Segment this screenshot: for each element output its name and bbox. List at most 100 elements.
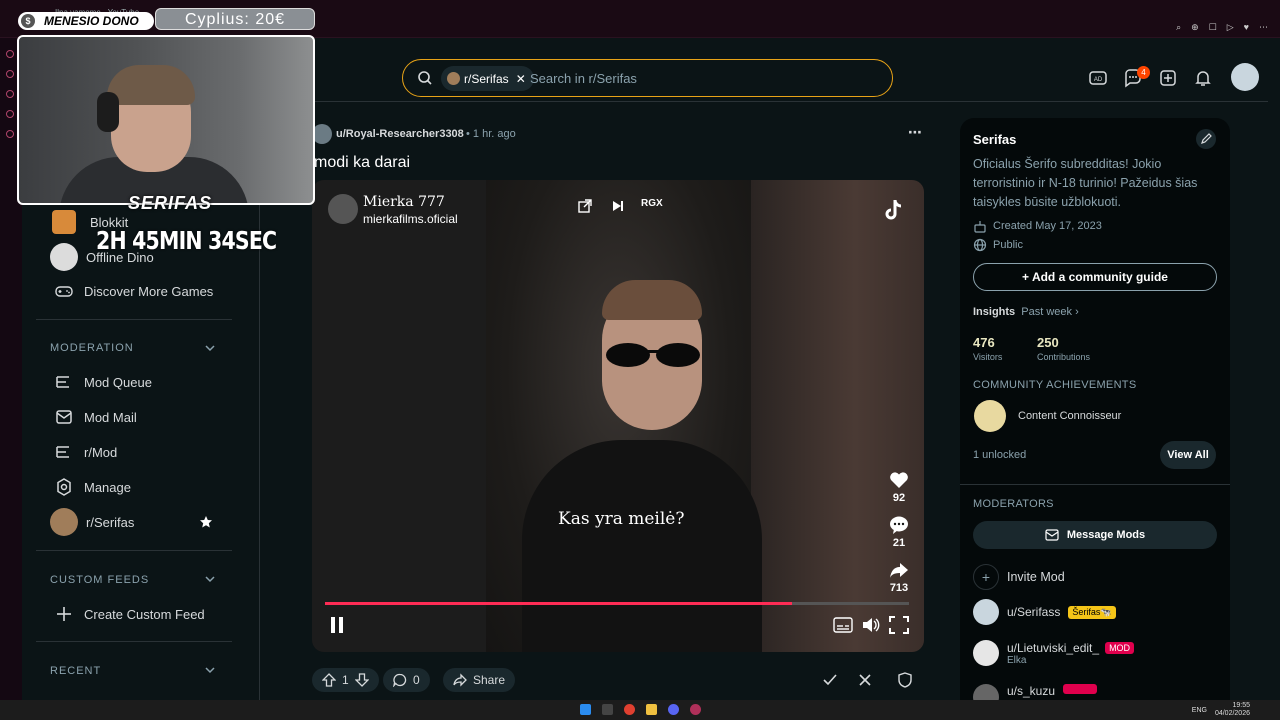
dino-icon <box>50 243 78 271</box>
play-icon[interactable]: ▷ <box>1227 22 1234 33</box>
achievement-badge-icon[interactable] <box>974 400 1006 432</box>
sidebar-divider <box>36 641 232 642</box>
heart-icon[interactable]: ♥ <box>1244 22 1249 33</box>
fullscreen-icon[interactable] <box>889 616 909 634</box>
search-bar[interactable]: r/Serifas ✕ Search in r/Serifas <box>402 59 893 97</box>
sidebar-dot-icon[interactable] <box>6 110 14 118</box>
chevron-down-icon[interactable] <box>204 664 216 676</box>
user-avatar[interactable] <box>1231 63 1259 91</box>
sidebar-item-manage[interactable]: Manage <box>50 477 131 497</box>
moderator-row[interactable]: u/s_kuzu <box>973 684 1098 700</box>
invite-mod-button[interactable]: + Invite Mod <box>973 564 1065 590</box>
created-date: Created May 17, 2023 <box>973 219 1102 233</box>
edit-button[interactable] <box>1196 129 1216 149</box>
webcam-overlay <box>17 35 315 205</box>
moderator-row[interactable]: u/Lietuviski_edit_ MOD Elka <box>973 640 1135 666</box>
windows-start-icon[interactable] <box>580 704 591 715</box>
donor-name: MENESIO DONO <box>44 14 139 28</box>
sidebar-dot-icon[interactable] <box>6 70 14 78</box>
gear-icon <box>57 478 71 496</box>
post-title[interactable]: modi ka darai <box>314 154 410 172</box>
post-author[interactable]: u/Royal-Researcher3308 <box>336 128 464 140</box>
chrome-icon[interactable] <box>624 704 635 715</box>
captions-icon[interactable] <box>833 616 853 634</box>
creator-avatar[interactable] <box>328 194 358 224</box>
author-avatar[interactable] <box>312 124 332 144</box>
browser-app-icon[interactable] <box>690 704 701 715</box>
pencil-icon <box>1201 133 1212 144</box>
moderator-flair: MOD <box>1105 641 1135 654</box>
vote-control: 1 <box>312 668 379 692</box>
shield-icon[interactable] <box>897 672 913 688</box>
custom-feeds-section-title[interactable]: CUSTOM FEEDS <box>50 574 149 586</box>
cake-icon <box>974 221 986 233</box>
rgx-button[interactable]: RGX <box>641 198 663 209</box>
open-external-icon[interactable] <box>577 198 593 214</box>
approve-icon[interactable] <box>822 672 838 688</box>
recent-section-title[interactable]: RECENT <box>50 665 101 677</box>
sidebar-item-r-mod[interactable]: r/Mod <box>50 442 117 462</box>
search-input[interactable]: Search in r/Serifas <box>530 71 637 86</box>
chevron-down-icon[interactable] <box>204 573 216 585</box>
search-community-chip[interactable]: r/Serifas ✕ <box>441 66 534 91</box>
like-stat[interactable]: 92 <box>884 470 914 504</box>
chevron-down-icon[interactable] <box>204 342 216 354</box>
sidebar-dot-icon[interactable] <box>6 90 14 98</box>
video-player[interactable]: Mierka 777 mierkafilms.oficial RGX 92 21… <box>312 180 924 652</box>
extension-icon[interactable]: ⊕ <box>1191 22 1199 33</box>
creator-name[interactable]: Mierka 777 <box>363 194 445 210</box>
view-all-button[interactable]: View All <box>1160 441 1216 469</box>
remove-icon[interactable] <box>857 672 873 688</box>
zoom-icon[interactable]: ⌕ <box>1176 22 1181 33</box>
task-view-icon[interactable] <box>602 704 613 715</box>
sidebar-dot-icon[interactable] <box>6 130 14 138</box>
achievement-name[interactable]: Content Connoisseur <box>1018 410 1121 422</box>
sidebar-item-label: Mod Queue <box>84 374 152 390</box>
video-progress-bar[interactable] <box>325 602 909 605</box>
discord-icon[interactable] <box>668 704 679 715</box>
message-mods-button[interactable]: Message Mods <box>973 521 1217 549</box>
invite-mod-label: Invite Mod <box>1007 570 1065 584</box>
share-button[interactable]: Share <box>443 668 516 692</box>
pause-icon[interactable] <box>330 616 344 634</box>
list-icon <box>56 446 69 458</box>
dollar-icon: $ <box>21 14 35 28</box>
insights-header[interactable]: Insights Past week › <box>973 306 1079 318</box>
create-post-icon[interactable] <box>1158 68 1178 88</box>
more-options-icon[interactable]: ⋯ <box>908 124 923 141</box>
downvote-icon[interactable] <box>354 673 369 687</box>
sidebar-item-mod-mail[interactable]: Mod Mail <box>50 407 137 427</box>
comment-stat[interactable]: 21 <box>884 515 914 549</box>
sidebar-item-r-serifas[interactable]: r/Serifas <box>50 508 134 536</box>
contributions-count: 250 <box>1037 335 1059 350</box>
comment-count: 21 <box>892 537 906 549</box>
close-icon[interactable]: ✕ <box>516 72 526 86</box>
sidebar-divider <box>36 550 232 551</box>
moderation-section-title[interactable]: MODERATION <box>50 342 134 354</box>
bookmark-icon[interactable]: ☐ <box>1209 22 1217 33</box>
volume-icon[interactable] <box>861 616 881 634</box>
advertise-icon[interactable]: AD <box>1088 68 1108 88</box>
browser-toolbar: ⌕ ⊕ ☐ ▷ ♥ ⋯ <box>1176 22 1268 33</box>
share-stat[interactable]: 713 <box>884 560 914 594</box>
folder-icon[interactable] <box>646 704 657 715</box>
sidebar-item-label: r/Serifas <box>86 514 135 530</box>
bell-icon[interactable] <box>1193 68 1213 88</box>
add-community-guide-button[interactable]: + Add a community guide <box>973 263 1217 291</box>
plus-icon <box>57 607 71 621</box>
comments-button[interactable]: 0 <box>383 668 430 692</box>
sidebar-item-mod-queue[interactable]: Mod Queue <box>50 372 152 392</box>
menu-icon[interactable]: ⋯ <box>1259 22 1268 33</box>
share-arrow-icon <box>890 563 908 578</box>
language-indicator[interactable]: ENG <box>1192 707 1207 714</box>
sidebar-item-discover-games[interactable]: Discover More Games <box>50 281 213 301</box>
sidebar-dot-icon[interactable] <box>6 50 14 58</box>
star-icon[interactable] <box>199 515 213 529</box>
create-custom-feed-button[interactable]: Create Custom Feed <box>50 604 205 624</box>
clock[interactable]: 19:55 04/02/2026 <box>1215 702 1250 718</box>
page-scrollbar[interactable] <box>1268 38 1280 700</box>
upvote-icon[interactable] <box>322 673 336 687</box>
moderator-row[interactable]: u/Serifass Šerifas🐄 <box>973 599 1116 625</box>
plus-icon: + <box>973 564 999 590</box>
skip-next-icon[interactable] <box>610 198 626 214</box>
